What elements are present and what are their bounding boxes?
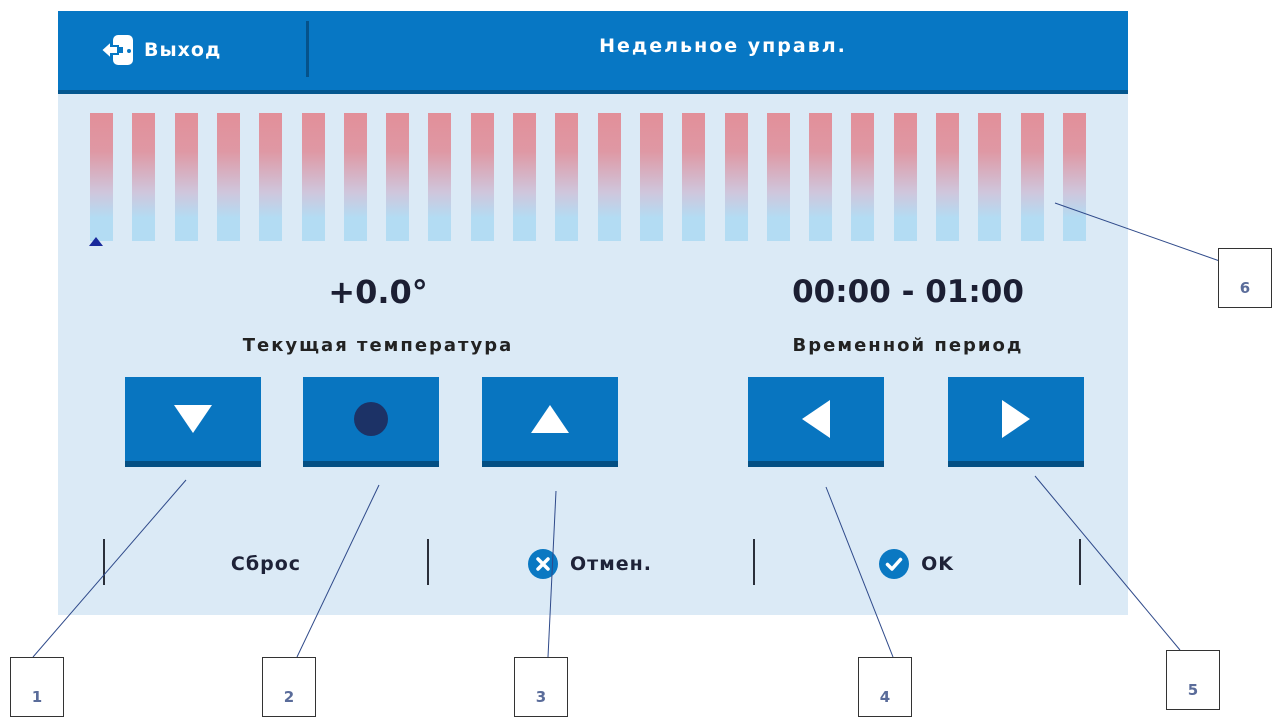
callout-number: 5 — [1187, 681, 1199, 699]
triangle-down-icon — [174, 405, 212, 433]
ok-label: OK — [921, 553, 954, 575]
hour-bar[interactable] — [471, 113, 494, 241]
hourly-schedule-bars — [58, 113, 1128, 241]
hour-bar[interactable] — [344, 113, 367, 241]
page-title: Недельное управл. — [599, 35, 847, 57]
temperature-value: +0.0° — [328, 273, 428, 311]
reset-button[interactable]: Сброс — [105, 544, 427, 584]
hour-bar[interactable] — [1021, 113, 1044, 241]
triangle-up-icon — [531, 405, 569, 433]
callout-6: 6 — [1218, 248, 1272, 308]
hour-bar[interactable] — [682, 113, 705, 241]
hour-bar[interactable] — [175, 113, 198, 241]
hour-bar[interactable] — [259, 113, 282, 241]
callout-number: 1 — [31, 688, 43, 706]
callout-5: 5 — [1166, 650, 1220, 710]
callout-number: 6 — [1239, 279, 1251, 297]
callout-number: 4 — [879, 688, 891, 706]
hour-bar[interactable] — [725, 113, 748, 241]
cancel-button[interactable]: Отмен. — [429, 544, 751, 584]
hour-bar[interactable] — [640, 113, 663, 241]
hour-bar[interactable] — [598, 113, 621, 241]
hour-bar[interactable] — [767, 113, 790, 241]
triangle-right-icon — [1002, 400, 1030, 438]
hour-bar[interactable] — [302, 113, 325, 241]
hour-bar[interactable] — [936, 113, 959, 241]
hour-bar[interactable] — [894, 113, 917, 241]
exit-icon — [99, 35, 133, 65]
ok-button[interactable]: OK — [755, 544, 1078, 584]
hour-bar[interactable] — [978, 113, 1001, 241]
triangle-left-icon — [802, 400, 830, 438]
hour-bar[interactable] — [90, 113, 113, 241]
callout-4: 4 — [858, 657, 912, 717]
hour-bar[interactable] — [851, 113, 874, 241]
previous-period-button[interactable] — [748, 377, 884, 467]
checkmark-icon — [879, 549, 910, 579]
exit-button[interactable]: Выход — [98, 27, 221, 73]
header-bar: Выход Недельное управл. — [58, 11, 1128, 94]
temperature-up-button[interactable] — [482, 377, 618, 467]
divider — [1079, 539, 1081, 585]
hour-bar[interactable] — [1063, 113, 1086, 241]
hour-bar[interactable] — [428, 113, 451, 241]
next-period-button[interactable] — [948, 377, 1084, 467]
hour-bar[interactable] — [809, 113, 832, 241]
time-period-value: 00:00 - 01:00 — [792, 274, 1024, 310]
hour-bar[interactable] — [132, 113, 155, 241]
callout-number: 3 — [535, 688, 547, 706]
header-divider — [306, 21, 309, 77]
callout-number: 2 — [283, 688, 295, 706]
callout-3: 3 — [514, 657, 568, 717]
reset-hour-button[interactable] — [303, 377, 439, 467]
cancel-icon — [528, 549, 559, 579]
bottom-action-bar: Сброс Отмен. OK — [58, 514, 1128, 615]
callout-2: 2 — [262, 657, 316, 717]
exit-label: Выход — [144, 39, 222, 61]
cancel-label: Отмен. — [570, 553, 652, 575]
temperature-down-button[interactable] — [125, 377, 261, 467]
hour-bar[interactable] — [555, 113, 578, 241]
hour-bar[interactable] — [513, 113, 536, 241]
temperature-label: Текущая температура — [242, 335, 514, 356]
dot-icon — [354, 402, 388, 436]
weekly-control-screen: Выход Недельное управл. +0.0° Текущая те… — [58, 11, 1128, 615]
reset-label: Сброс — [230, 553, 302, 575]
selected-hour-marker — [89, 237, 103, 246]
time-period-label: Временной период — [792, 335, 1024, 356]
hour-bar[interactable] — [217, 113, 240, 241]
callout-1: 1 — [10, 657, 64, 717]
hour-bar[interactable] — [386, 113, 409, 241]
